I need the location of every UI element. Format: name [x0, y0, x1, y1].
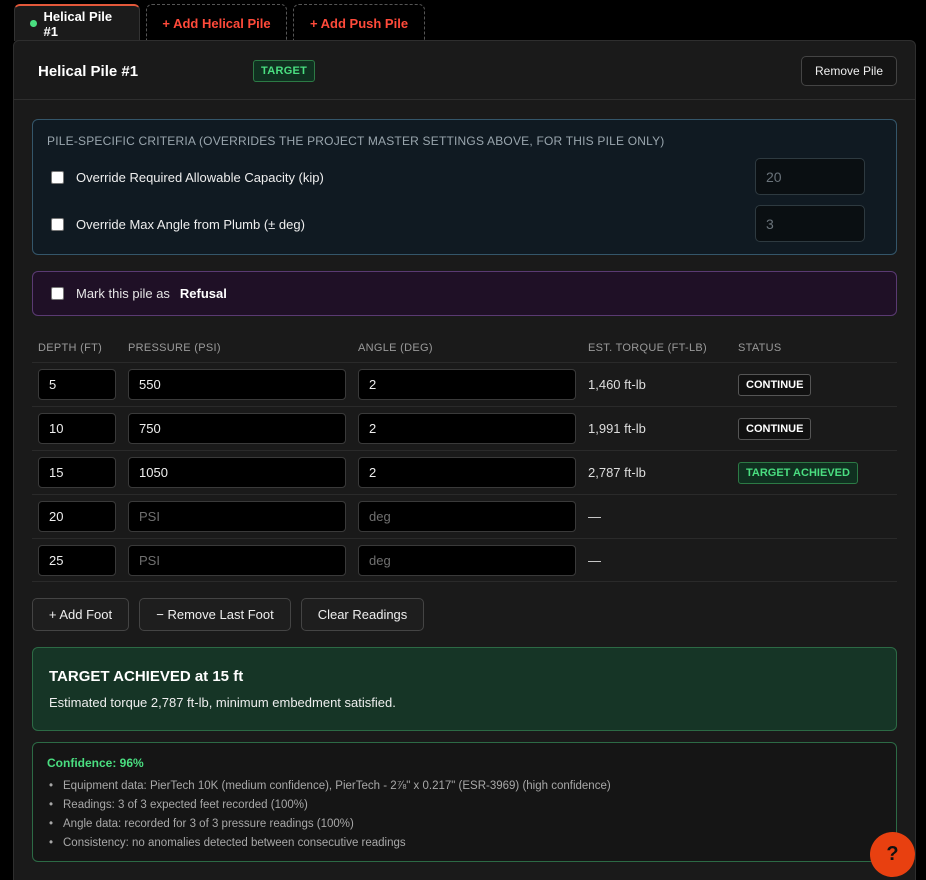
capacity-input[interactable]: 20 — [755, 158, 865, 195]
pressure-input[interactable]: 1050 — [128, 457, 346, 488]
result-text: Estimated torque 2,787 ft-lb, minimum em… — [49, 695, 396, 710]
tab-label: Helical Pile #1 — [43, 8, 113, 39]
list-item: • Angle data: recorded for 3 of 3 pressur… — [49, 818, 354, 830]
confidence-title: Confidence: 96% — [47, 756, 144, 770]
override-angle-checkbox[interactable] — [51, 217, 64, 231]
result-title: TARGET ACHIEVED at 15 ft — [49, 668, 244, 685]
refusal-label: Mark this pile as — [76, 286, 170, 301]
confidence-list: • Equipment data: PierTech 10K (medium co… — [49, 777, 611, 853]
pile-title: Helical Pile #1 — [38, 63, 139, 80]
remove-pile-button[interactable]: Remove Pile — [801, 56, 897, 86]
remove-last-foot-button[interactable]: − Remove Last Foot — [139, 598, 291, 631]
active-dot-icon — [30, 20, 37, 27]
col-header-torque: EST. TORQUE (FT-LB) — [588, 342, 707, 354]
angle-input[interactable]: 2 — [358, 457, 576, 488]
status-badge: TARGET — [253, 60, 316, 82]
pile-panel: Helical Pile #1 TARGET Remove Pile PILE-… — [13, 40, 916, 880]
pressure-input[interactable]: 750 — [128, 413, 346, 444]
torque-value: 1,460 ft-lb — [588, 377, 646, 392]
table-row: 25 PSI deg — — [32, 538, 897, 582]
table-row: 10 750 2 1,991 ft-lb CONTINUE — [32, 406, 897, 450]
status-badge: CONTINUE — [738, 418, 812, 440]
tab-label: + Add Push Pile — [309, 15, 409, 31]
depth-input[interactable]: 20 — [38, 501, 116, 532]
pile-criteria-box: PILE-SPECIFIC CRITERIA (OVERRIDES THE PR… — [32, 119, 897, 255]
result-box: TARGET ACHIEVED at 15 ft Estimated torqu… — [32, 647, 897, 731]
override-angle-label: Override Max Angle from Plumb (± deg) — [76, 216, 305, 232]
depth-input[interactable]: 25 — [38, 545, 116, 576]
pressure-input[interactable]: PSI — [128, 545, 346, 576]
refusal-checkbox[interactable] — [51, 287, 64, 300]
angle-input[interactable]: 2 — [358, 413, 576, 444]
torque-value: — — [588, 553, 601, 568]
confidence-box: Confidence: 96% • Equipment data: PierTec… — [32, 742, 897, 862]
angle-input[interactable]: deg — [358, 501, 576, 532]
pile-header: Helical Pile #1 TARGET Remove Pile — [14, 41, 915, 100]
tab-helical-pile-1[interactable]: Helical Pile #1 — [14, 4, 140, 41]
pressure-input[interactable]: 550 — [128, 369, 346, 400]
depth-input[interactable]: 15 — [38, 457, 116, 488]
col-header-angle: ANGLE (DEG) — [358, 342, 433, 354]
angle-input[interactable]: 2 — [358, 369, 576, 400]
status-badge: TARGET ACHIEVED — [738, 462, 858, 484]
col-header-depth: DEPTH (FT) — [38, 342, 103, 354]
col-header-pressure: PRESSURE (PSI) — [128, 342, 221, 354]
angle-input[interactable]: 3 — [755, 205, 865, 242]
table-row: 5 550 2 1,460 ft-lb CONTINUE — [32, 362, 897, 406]
list-item: • Readings: 3 of 3 expected feet recorded… — [49, 799, 308, 811]
col-header-status: STATUS — [738, 342, 782, 354]
table-row: 20 PSI deg — — [32, 494, 897, 538]
tab-add-helical-pile[interactable]: + Add Helical Pile — [146, 4, 287, 41]
torque-value: — — [588, 509, 601, 524]
tab-label: + Add Helical Pile — [162, 15, 271, 31]
override-capacity-label: Override Required Allowable Capacity (ki… — [76, 169, 324, 185]
refusal-box: Mark this pile as Refusal — [32, 271, 897, 316]
list-item: • Consistency: no anomalies detected betw… — [49, 837, 406, 849]
list-item: • Equipment data: PierTech 10K (medium co… — [49, 780, 611, 792]
torque-value: 1,991 ft-lb — [588, 421, 646, 436]
pressure-input[interactable]: PSI — [128, 501, 346, 532]
clear-readings-button[interactable]: Clear Readings — [301, 598, 424, 631]
depth-input[interactable]: 10 — [38, 413, 116, 444]
table-row: 15 1050 2 2,787 ft-lb TARGET ACHIEVED — [32, 450, 897, 494]
depth-input[interactable]: 5 — [38, 369, 116, 400]
tab-add-push-pile[interactable]: + Add Push Pile — [293, 4, 425, 41]
torque-value: 2,787 ft-lb — [588, 465, 646, 480]
refusal-value: Refusal — [179, 286, 227, 301]
add-foot-button[interactable]: + Add Foot — [32, 598, 129, 631]
override-capacity-checkbox[interactable] — [51, 170, 64, 184]
criteria-title: PILE-SPECIFIC CRITERIA (OVERRIDES THE PR… — [47, 134, 665, 148]
status-badge: CONTINUE — [738, 374, 812, 396]
angle-input[interactable]: deg — [358, 545, 576, 576]
pile-tabs: Helical Pile #1 + Add Helical Pile + Add… — [14, 4, 425, 41]
help-button[interactable]: ? — [870, 832, 915, 877]
